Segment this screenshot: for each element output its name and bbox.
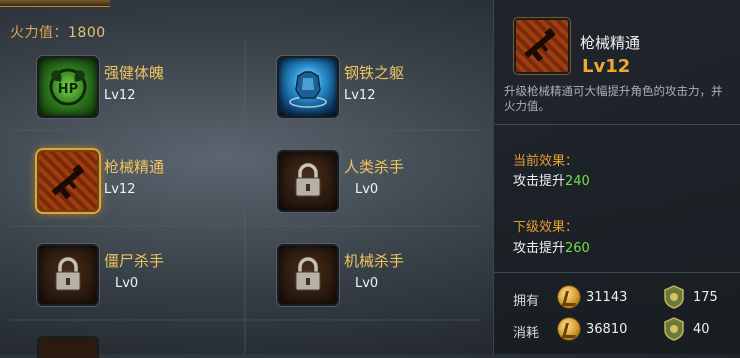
skill-card-steel-body[interactable]: 钢铁之躯 Lv12 bbox=[273, 52, 493, 122]
skill-card-partial[interactable] bbox=[37, 336, 99, 358]
skill-name: 钢铁之躯 bbox=[344, 64, 405, 82]
lock-icon bbox=[277, 150, 339, 212]
skill-level: Lv0 bbox=[115, 276, 139, 291]
skill-name: 枪械精通 bbox=[104, 158, 165, 176]
firepower-label: 火力值： bbox=[10, 25, 68, 41]
gun-mastery-icon bbox=[37, 150, 99, 212]
cost-row: 消耗 36810 40 bbox=[513, 317, 740, 342]
owned-coins: 31143 bbox=[586, 290, 628, 305]
current-effect-value: 240 bbox=[565, 174, 590, 189]
divider bbox=[494, 124, 740, 125]
gold-coin-icon bbox=[558, 286, 580, 308]
steel-armor-icon bbox=[277, 56, 339, 118]
detail-level: Lv12 bbox=[582, 56, 631, 77]
skill-level: Lv12 bbox=[344, 88, 376, 103]
skill-detail-panel: 枪械精通 Lv12 升级枪械精通可大幅提升角色的攻击力，并 火力值。 当前效果：… bbox=[493, 0, 740, 354]
cost-medals: 40 bbox=[693, 322, 710, 337]
medal-icon bbox=[664, 285, 684, 309]
skill-card-machine-killer[interactable]: 机械杀手 Lv0 bbox=[273, 240, 493, 310]
skill-level: Lv12 bbox=[104, 88, 136, 103]
divider bbox=[494, 272, 740, 273]
skill-card-strong-body[interactable]: HP 强健体魄 Lv12 bbox=[33, 52, 253, 122]
skill-level: Lv0 bbox=[355, 276, 379, 291]
lock-icon bbox=[37, 244, 99, 306]
gun-mastery-icon bbox=[514, 18, 570, 74]
cost-label: 消耗 bbox=[513, 326, 540, 341]
firepower-value: 1800 bbox=[68, 25, 106, 41]
next-effect-label: 下级效果： bbox=[513, 220, 579, 235]
skill-level: Lv12 bbox=[104, 182, 136, 197]
skill-card-gun-mastery[interactable]: 枪械精通 Lv12 bbox=[33, 146, 253, 216]
current-effect-text: 攻击提升 bbox=[513, 174, 566, 189]
hp-muscle-icon: HP bbox=[37, 56, 99, 118]
owned-row: 拥有 31143 175 bbox=[513, 285, 740, 310]
skill-name: 僵尸杀手 bbox=[104, 252, 165, 270]
detail-description-line-1: 升级枪械精通可大幅提升角色的攻击力，并 bbox=[504, 84, 723, 98]
cost-coins: 36810 bbox=[586, 322, 628, 337]
lock-icon bbox=[277, 244, 339, 306]
next-effect: 攻击提升260 bbox=[513, 237, 590, 256]
firepower-display: 火力值：1800 bbox=[10, 22, 106, 42]
hp-badge-text: HP bbox=[58, 82, 78, 97]
current-effect: 攻击提升240 bbox=[513, 170, 590, 189]
top-frame-decoration bbox=[0, 0, 110, 7]
skill-level: Lv0 bbox=[355, 182, 379, 197]
owned-label: 拥有 bbox=[513, 294, 540, 309]
skill-card-human-killer[interactable]: 人类杀手 Lv0 bbox=[273, 146, 493, 216]
detail-description: 升级枪械精通可大幅提升角色的攻击力，并 火力值。 bbox=[504, 84, 740, 114]
detail-description-line-2: 火力值。 bbox=[504, 99, 550, 113]
skill-name: 人类杀手 bbox=[344, 158, 405, 176]
current-effect-label: 当前效果： bbox=[513, 154, 579, 169]
skill-name: 强健体魄 bbox=[104, 64, 165, 82]
owned-medals: 175 bbox=[693, 290, 718, 305]
next-effect-text: 攻击提升 bbox=[513, 241, 566, 256]
skill-card-zombie-killer[interactable]: 僵尸杀手 Lv0 bbox=[33, 240, 253, 310]
gold-coin-icon bbox=[558, 318, 580, 340]
skill-name: 机械杀手 bbox=[344, 252, 405, 270]
detail-title: 枪械精通 bbox=[580, 34, 641, 52]
next-effect-value: 260 bbox=[565, 241, 590, 256]
medal-icon bbox=[664, 317, 684, 341]
